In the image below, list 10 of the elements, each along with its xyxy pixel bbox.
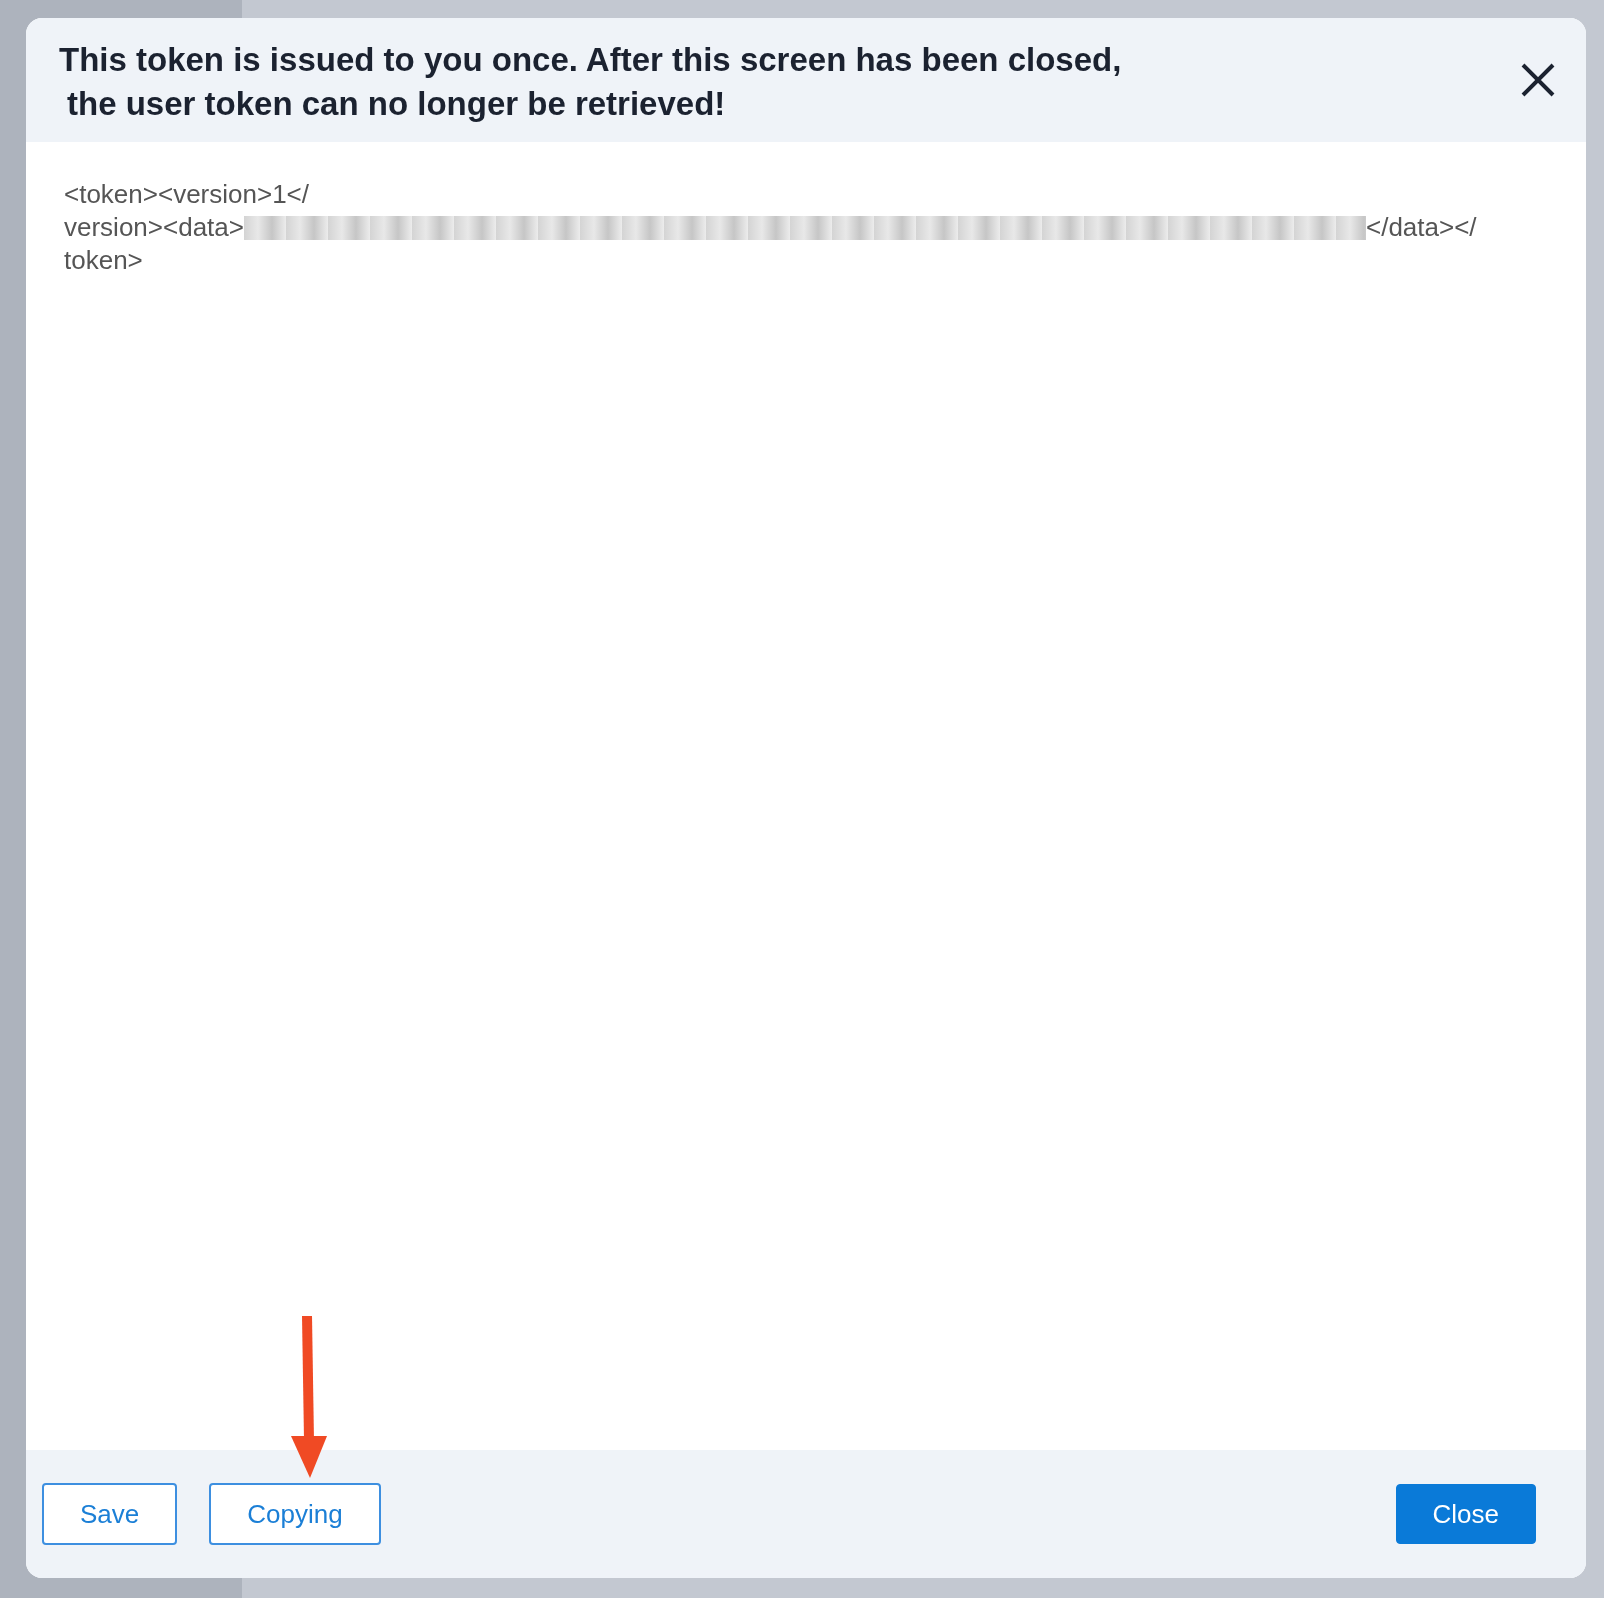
token-text: version><data> bbox=[64, 211, 244, 244]
close-button[interactable]: Close bbox=[1395, 1484, 1536, 1544]
dialog-title: the user token can no longer be retrieved! bbox=[66, 84, 727, 124]
token-text: </data></ bbox=[1365, 211, 1477, 244]
action-button[interactable]: Copying bbox=[209, 1483, 381, 1545]
close-icon[interactable] bbox=[1520, 62, 1556, 98]
token-text: token> bbox=[64, 244, 143, 277]
action-button[interactable]: Save bbox=[42, 1483, 178, 1545]
dialog-title: This token is issued to you once. After this screen has been closed, bbox=[59, 40, 1122, 80]
token-text: <token><version>1</ bbox=[64, 178, 310, 211]
